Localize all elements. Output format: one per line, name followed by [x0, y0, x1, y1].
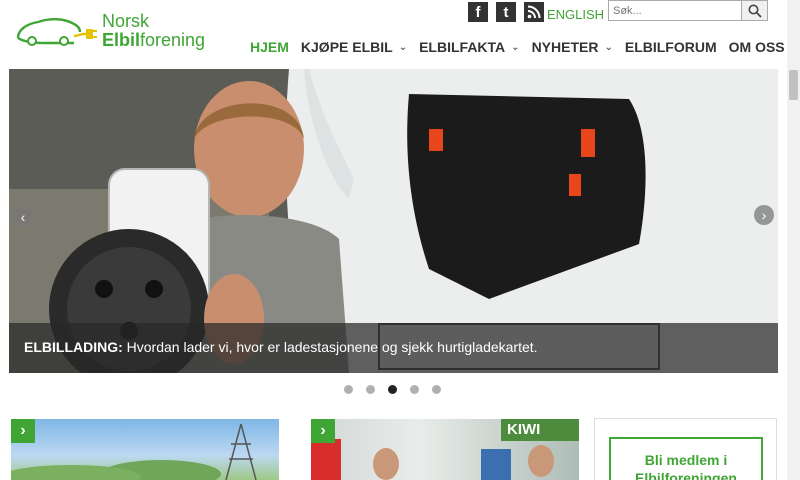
- chevron-right-icon: ›: [761, 207, 767, 223]
- chevron-right-icon: ›: [11, 419, 35, 443]
- nav-item-hjem[interactable]: HJEM: [250, 39, 289, 55]
- hero-caption-text: Hvordan lader vi, hvor er ladestasjonene…: [122, 339, 538, 355]
- logo-rest: forening: [140, 30, 206, 50]
- chevron-left-icon: ‹: [20, 209, 26, 225]
- member-line2: Elbilforeningen: [635, 470, 737, 480]
- main-nav: HJEM KJØPE ELBIL ⌄ ELBILFAKTA ⌄ NYHETER ⌄ E…: [250, 36, 800, 58]
- logo-bold: Elbil: [102, 30, 141, 50]
- slider-dot-1[interactable]: [344, 385, 353, 394]
- search-icon: [748, 4, 762, 18]
- page-scrollbar[interactable]: [787, 0, 800, 480]
- member-line1: Bli medlem i: [644, 452, 728, 468]
- search-button[interactable]: [741, 1, 767, 20]
- social-links: f t: [468, 2, 544, 22]
- nav-item-nyheter[interactable]: NYHETER ⌄: [532, 39, 613, 55]
- news-card-2[interactable]: KIWI ›: [311, 419, 579, 480]
- chevron-down-icon: ⌄: [511, 41, 520, 53]
- hero-caption-bold: ELBILLADING:: [24, 339, 123, 355]
- scrollbar-thumb[interactable]: [789, 70, 798, 100]
- rss-icon[interactable]: [524, 2, 544, 22]
- become-member-button[interactable]: Bli medlem i Elbilforeningen: [609, 437, 763, 480]
- chevron-down-icon: ⌄: [604, 41, 613, 53]
- slider-dot-5[interactable]: [432, 385, 441, 394]
- car-plug-icon: [16, 18, 97, 46]
- news-card-1[interactable]: ›: [11, 419, 279, 480]
- logo-line1: Norsk: [102, 11, 150, 31]
- search-input[interactable]: [609, 1, 741, 20]
- nav-item-kjope-elbil[interactable]: KJØPE ELBIL ⌄: [301, 39, 407, 55]
- slider-next-button[interactable]: ›: [754, 205, 774, 225]
- nav-item-elbilforum[interactable]: ELBILFORUM: [625, 39, 717, 55]
- search-form: [608, 0, 768, 21]
- slider-dot-3[interactable]: [388, 385, 397, 394]
- slider-dot-2[interactable]: [366, 385, 375, 394]
- english-link[interactable]: ENGLISH: [547, 7, 604, 22]
- card-1-image: [11, 423, 257, 480]
- slider-prev-button[interactable]: ‹: [13, 207, 33, 227]
- chevron-down-icon: ⌄: [398, 41, 408, 53]
- member-box: Bli medlem i Elbilforeningen: [594, 418, 777, 480]
- hero-caption[interactable]: ELBILLADING: Hvordan lader vi, hvor er l…: [9, 323, 778, 373]
- hero-slider[interactable]: ‹ › ELBILLADING: Hvordan lader vi, hvor …: [9, 69, 778, 373]
- card-2-sign-text: KIWI: [507, 421, 541, 438]
- slider-dot-4[interactable]: [410, 385, 419, 394]
- nav-item-elbilfakta[interactable]: ELBILFAKTA ⌄: [419, 39, 519, 55]
- slider-dots: [344, 385, 441, 394]
- twitter-icon[interactable]: t: [496, 2, 516, 22]
- chevron-right-icon: ›: [311, 419, 335, 443]
- site-logo[interactable]: Norsk Elbilforening: [14, 12, 214, 58]
- facebook-icon[interactable]: f: [468, 2, 488, 22]
